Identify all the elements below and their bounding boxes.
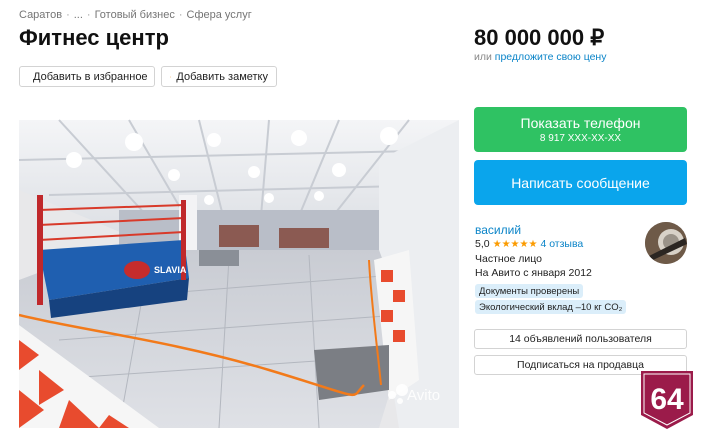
breadcrumb-item-collapsed[interactable]: ... (74, 9, 83, 21)
logo-64-text: 64 (650, 383, 684, 416)
star-rating-icon: ★★★★★ (492, 238, 538, 250)
documents-verified-badge[interactable]: Документы проверены (475, 284, 584, 298)
avatar[interactable] (645, 222, 687, 264)
breadcrumb: Саратов · ... · Готовый бизнес · Сфера у… (19, 9, 252, 21)
breadcrumb-separator: · (178, 9, 183, 21)
seller-ads-button[interactable]: 14 объявлений пользователя (474, 329, 687, 349)
rating-value: 5,0 (475, 238, 490, 250)
add-to-favorites-label: Добавить в избранное (33, 70, 148, 83)
breadcrumb-item-services[interactable]: Сфера услуг (187, 9, 252, 21)
breadcrumb-separator: · (86, 9, 91, 21)
price-offer: или предложите свою цену (474, 51, 606, 63)
breadcrumb-separator: · (66, 9, 70, 21)
note-icon (170, 75, 172, 78)
eco-contribution-badge[interactable]: Экологический вклад –10 кг CO₂ (475, 300, 627, 314)
seller-since: На Авито с января 2012 (475, 267, 592, 279)
avatar-image (645, 222, 687, 264)
site-64-logo: 64 (637, 369, 697, 431)
suggest-price-link[interactable]: предложите свою цену (495, 51, 607, 63)
page-title: Фитнес центр (19, 25, 169, 50)
breadcrumb-item-city[interactable]: Саратов (19, 9, 62, 21)
show-phone-label: Показать телефон (520, 115, 641, 131)
listing-photo[interactable]: SLAVIA Avito (19, 100, 459, 428)
add-to-favorites-button[interactable]: Добавить в избранное (19, 66, 155, 87)
avito-watermark: Avito (407, 387, 440, 404)
send-message-button[interactable]: Написать сообщение (474, 160, 687, 205)
show-phone-button[interactable]: Показать телефон 8 917 XXX-XX-XX (474, 107, 687, 152)
seller-rating: 5,0 ★★★★★ 4 отзыва (475, 238, 583, 250)
ring-logo-text: SLAVIA (154, 265, 187, 275)
price: 80 000 000 ₽ (474, 25, 605, 50)
add-note-label: Добавить заметку (176, 70, 268, 83)
breadcrumb-item-business[interactable]: Готовый бизнес (95, 9, 175, 21)
reviews-link[interactable]: 4 отзыва (540, 238, 583, 250)
add-note-button[interactable]: Добавить заметку (161, 66, 277, 87)
masked-phone: 8 917 XXX-XX-XX (539, 133, 622, 144)
price-offer-prefix: или (474, 51, 492, 63)
seller-type: Частное лицо (475, 253, 543, 265)
seller-name-link[interactable]: василий (475, 223, 521, 237)
